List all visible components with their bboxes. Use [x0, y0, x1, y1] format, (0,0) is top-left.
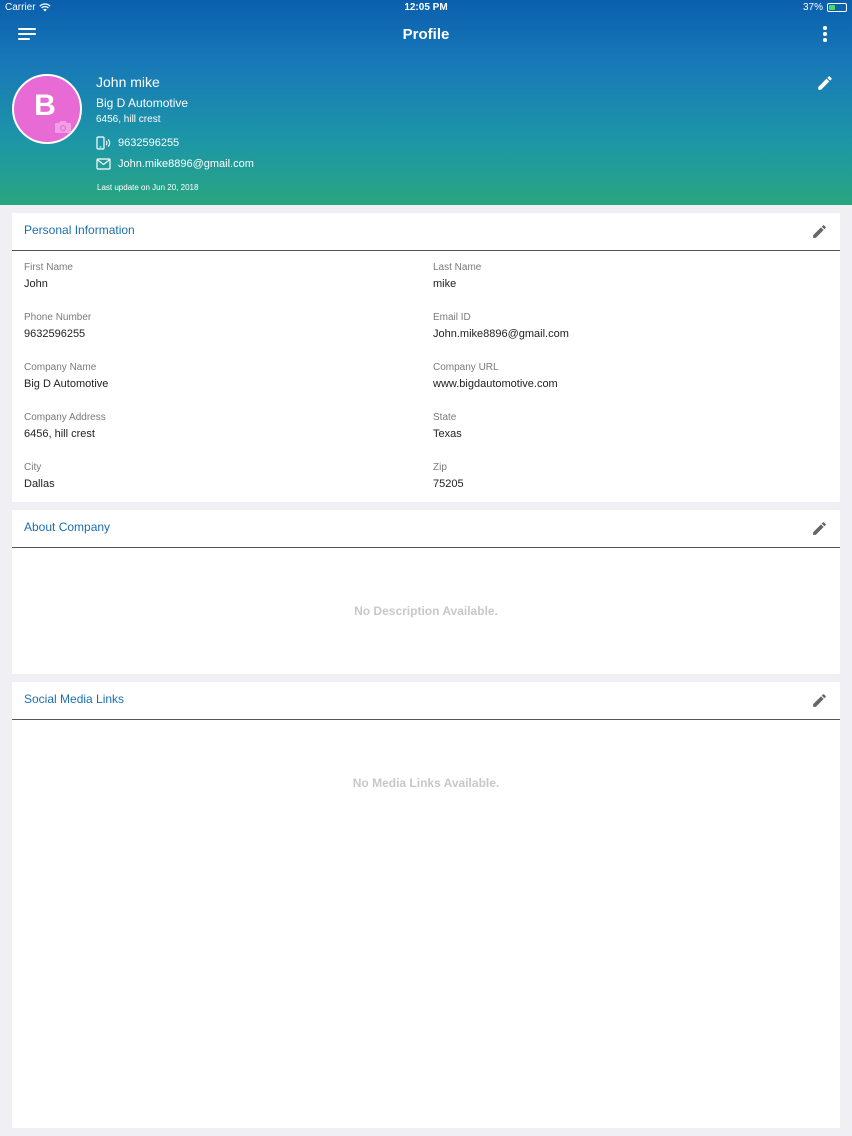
field-value: Texas — [433, 428, 462, 440]
camera-icon[interactable] — [54, 120, 72, 134]
more-options-icon[interactable] — [822, 26, 828, 44]
field-label: Zip — [433, 462, 447, 473]
profile-header: Carrier 12:05 PM 37% Profile B John mike… — [0, 0, 852, 205]
mail-icon — [96, 158, 111, 170]
edit-personal-info-icon[interactable] — [811, 223, 828, 240]
field-value: John.mike8896@gmail.com — [433, 328, 569, 340]
personal-information-card: Personal Information First Name John Las… — [12, 213, 840, 502]
about-company-empty-text: No Description Available. — [354, 604, 498, 618]
field-value: Dallas — [24, 478, 55, 490]
edit-social-links-icon[interactable] — [811, 692, 828, 709]
profile-phone-value: 9632596255 — [118, 137, 180, 149]
first-name-field: First Name John — [24, 262, 404, 290]
phone-icon — [96, 136, 111, 150]
profile-phone: 9632596255 — [96, 136, 179, 150]
field-label: Company URL — [433, 362, 499, 373]
company-name-field: Company Name Big D Automotive — [24, 362, 404, 390]
social-media-links-title: Social Media Links — [24, 692, 125, 706]
field-label: Company Name — [24, 362, 97, 373]
field-label: State — [433, 412, 457, 423]
battery-icon — [827, 3, 847, 12]
battery-indicator: 37% — [803, 2, 847, 13]
field-value: 9632596255 — [24, 328, 86, 340]
field-value: John — [24, 278, 48, 290]
edit-profile-icon[interactable] — [816, 74, 834, 92]
profile-email-value: John.mike8896@gmail.com — [118, 158, 254, 170]
social-media-links-card: Social Media Links No Media Links Availa… — [12, 682, 840, 1128]
company-address-field: Company Address 6456, hill crest — [24, 412, 404, 440]
profile-address: 6456, hill crest — [96, 114, 161, 125]
profile-company: Big D Automotive — [96, 96, 189, 110]
field-value: 75205 — [433, 478, 464, 490]
field-value: 6456, hill crest — [24, 428, 95, 440]
field-label: Email ID — [433, 312, 471, 323]
field-value: mike — [433, 278, 457, 290]
page-title: Profile — [402, 26, 450, 43]
about-company-title: About Company — [24, 520, 111, 534]
field-label: First Name — [24, 262, 73, 273]
social-media-links-header: Social Media Links — [12, 682, 840, 720]
field-label: Company Address — [24, 412, 106, 423]
field-value: www.bigdautomotive.com — [433, 378, 558, 390]
avatar-letter: B — [34, 89, 56, 122]
battery-percent: 37% — [802, 2, 823, 13]
personal-information-fields: First Name John Last Name mike Phone Num… — [12, 251, 840, 501]
profile-email: John.mike8896@gmail.com — [96, 158, 254, 170]
personal-information-title: Personal Information — [24, 223, 135, 237]
field-label: City — [24, 462, 42, 473]
profile-name: John mike — [96, 74, 160, 90]
personal-information-header: Personal Information — [12, 213, 840, 251]
battery-fill — [829, 5, 835, 10]
state-field: State Texas — [433, 412, 813, 440]
field-label: Phone Number — [24, 312, 92, 323]
city-field: City Dallas — [24, 462, 404, 490]
edit-about-company-icon[interactable] — [811, 520, 828, 537]
last-update-text: Last update on Jun 20, 2018 — [97, 183, 199, 192]
status-bar: Carrier 12:05 PM 37% — [0, 0, 852, 16]
email-id-field: Email ID John.mike8896@gmail.com — [433, 312, 813, 340]
clock: 12:05 PM — [404, 2, 448, 13]
last-name-field: Last Name mike — [433, 262, 813, 290]
company-url-field: Company URL www.bigdautomotive.com — [433, 362, 813, 390]
zip-field: Zip 75205 — [433, 462, 813, 490]
phone-number-field: Phone Number 9632596255 — [24, 312, 404, 340]
avatar[interactable]: B — [12, 74, 82, 144]
field-label: Last Name — [433, 262, 482, 273]
field-value: Big D Automotive — [24, 378, 109, 390]
about-company-header: About Company — [12, 510, 840, 548]
about-company-card: About Company No Description Available. — [12, 510, 840, 674]
nav-bar: Profile — [0, 18, 852, 52]
social-links-empty-text: No Media Links Available. — [352, 776, 500, 790]
